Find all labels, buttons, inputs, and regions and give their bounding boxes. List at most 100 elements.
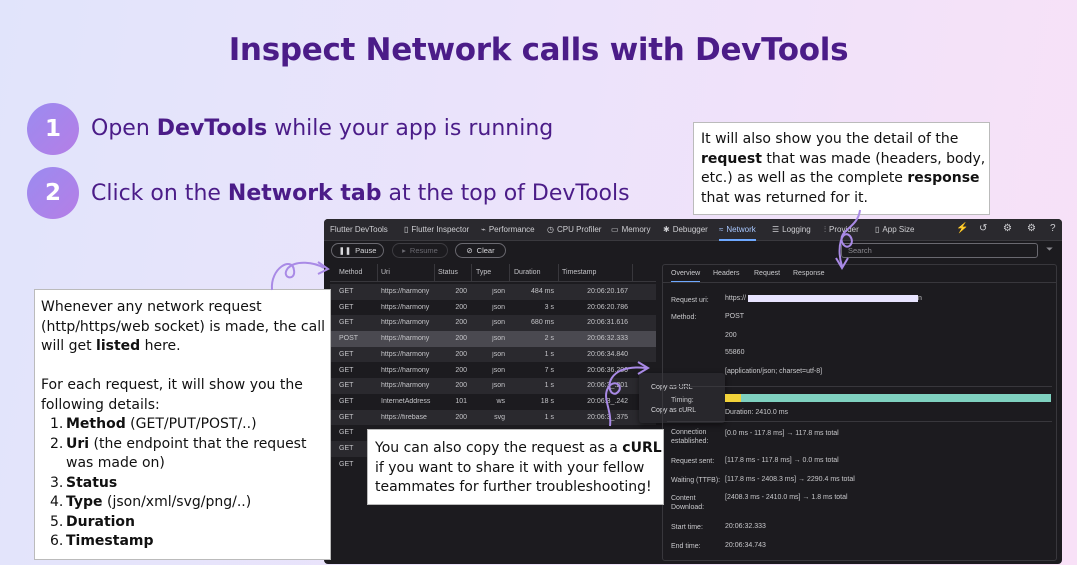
- table-row[interactable]: GET https://harmony 200 json 3 s 20:06:20.786: [330, 300, 656, 316]
- cell-duration: 18 s: [540, 397, 554, 405]
- detail-item: 5. Duration: [41, 513, 330, 533]
- table-row[interactable]: GET https://firebase 200 svg 1 s 20:06:3_.375: [330, 409, 656, 426]
- cell-duration: 3 s: [544, 303, 554, 311]
- tab-request[interactable]: Request: [754, 270, 780, 277]
- cell-type: json: [492, 350, 505, 358]
- start-time-label: Start time:: [671, 524, 703, 531]
- request-uri-tail: n: [918, 295, 922, 303]
- filter-icon[interactable]: ⏷: [1046, 244, 1053, 255]
- cell-status: 200: [455, 366, 467, 374]
- tab-logging[interactable]: ☰ Logging: [772, 225, 811, 234]
- table-row[interactable]: POST https://harmony 200 json 2 s 20:06:32.33…: [330, 331, 656, 347]
- col-duration[interactable]: Duration: [514, 269, 540, 276]
- detail-item-number: 6.: [50, 533, 64, 549]
- tab-flutter-inspector[interactable]: ▯ Flutter Inspector: [404, 225, 469, 234]
- bug-icon: ✱: [663, 225, 670, 234]
- callout-left-line: will get listed here.: [41, 337, 330, 357]
- help-icon[interactable]: ?: [1050, 223, 1056, 234]
- cell-duration: 484 ms: [531, 288, 554, 295]
- tab-memory[interactable]: ▭ Memory: [611, 225, 650, 234]
- tab-headers[interactable]: Headers: [713, 270, 739, 277]
- table-row[interactable]: GET https://harmony 200 json 680 ms 20:06:31.…: [330, 315, 656, 331]
- step-1-text: Open DevTools while your app is running: [91, 116, 553, 141]
- col-uri[interactable]: Uri: [381, 269, 390, 276]
- pause-icon: ❚❚: [338, 246, 352, 255]
- bolt-icon[interactable]: ⚡: [956, 223, 968, 234]
- callout-copy-curl: You can also copy the request as a cURL …: [367, 429, 664, 505]
- col-divider: [632, 264, 633, 282]
- tab-overview[interactable]: Overview: [671, 270, 701, 282]
- step-2-text: Click on the Network tab at the top of D…: [91, 181, 630, 206]
- cell-duration: 680 ms: [531, 319, 554, 327]
- col-method[interactable]: Method: [339, 269, 362, 276]
- cell-timestamp: 20:06:34.840: [587, 350, 628, 358]
- col-divider: [377, 264, 378, 282]
- cell-type: json: [492, 319, 505, 327]
- tab-response[interactable]: Response: [793, 270, 825, 277]
- table-row[interactable]: GET https://harmony 200 json 1 s 20:06:34.840: [330, 346, 656, 363]
- memory-icon: ▭: [611, 225, 619, 234]
- resume-button[interactable]: ▸ Resume: [392, 243, 448, 258]
- tab-app-size[interactable]: ▯ App Size: [875, 225, 914, 234]
- settings-icon[interactable]: ⚙: [1003, 223, 1012, 234]
- cell-status: 200: [455, 319, 467, 327]
- request-uri-label: Request uri:: [671, 297, 709, 304]
- cell-method: GET: [339, 382, 354, 390]
- detail-item-number: 1.: [50, 416, 64, 432]
- cell-method: GET: [339, 366, 354, 374]
- col-status[interactable]: Status: [438, 269, 458, 276]
- callout-left-line: Whenever any network request: [41, 299, 262, 315]
- cell-duration: 1 s: [544, 350, 554, 358]
- cell-type: json: [492, 335, 505, 343]
- detail-item: 2. Uri (the endpoint that the request: [41, 435, 330, 455]
- history-icon[interactable]: ↺: [979, 223, 987, 234]
- ttfb-label: Waiting (TTFB):: [671, 477, 721, 484]
- tab-provider[interactable]: ⫶ Provider: [824, 225, 859, 235]
- table-row[interactable]: GET https://harmony 200 json 1 s 20:06:3_.201: [330, 378, 656, 394]
- callout-top-line-2-text: that was made (headers, body,: [761, 150, 986, 167]
- callout-top-line-1: It will also show you the detail of the: [701, 131, 959, 147]
- gear-icon[interactable]: ⚙: [1027, 223, 1036, 234]
- cell-uri: https://harmony: [381, 382, 430, 390]
- col-type[interactable]: Type: [476, 269, 491, 276]
- cell-uri: https://firebase: [381, 413, 427, 421]
- ttfb-value: [117.8 ms - 2408.3 ms] → 2290.4 ms total: [725, 476, 855, 483]
- list-icon: ☰: [772, 225, 780, 234]
- table-row[interactable]: GET https://harmony 200 json 7 s 20:06:36.200: [330, 363, 656, 379]
- col-timestamp[interactable]: Timestamp: [562, 269, 596, 276]
- callout-top-bold-response: response: [907, 170, 980, 186]
- clear-button[interactable]: ⊘ Clear: [455, 243, 506, 258]
- cell-type: json: [492, 366, 505, 374]
- tab-network[interactable]: ≈ Network: [719, 225, 756, 241]
- tab-flutter-inspector-label: Flutter Inspector: [411, 225, 470, 234]
- cell-status: 200: [455, 288, 467, 295]
- callout-left-line: For each request, it will show you the: [41, 377, 303, 393]
- tab-performance[interactable]: ⌁ Performance: [481, 225, 535, 234]
- tab-debugger[interactable]: ✱ Debugger: [663, 225, 708, 234]
- pause-button[interactable]: ❚❚ Pause: [331, 243, 384, 258]
- table-row[interactable]: GET https://harmony 200 json 484 ms 20:06:20.…: [330, 284, 656, 300]
- cell-status: 200: [455, 335, 467, 343]
- callout-curl-bold: cURL: [622, 440, 662, 456]
- end-time-value: 20:06:34.743: [725, 542, 766, 549]
- col-divider: [471, 264, 472, 282]
- resume-label: Resume: [409, 246, 438, 255]
- table-row[interactable]: GET InternetAddress 101 ws 18 s 20:06:3_.242: [330, 394, 656, 410]
- callout-left-text: will get: [41, 338, 97, 354]
- step-2-number: 2: [44, 180, 61, 206]
- detail-item-text: (json/xml/svg/png/..): [102, 494, 252, 510]
- callout-left-line: following details:: [41, 396, 160, 413]
- page-title: Inspect Network calls with DevTools: [228, 32, 849, 68]
- cell-type: svg: [494, 413, 505, 421]
- cell-status: 200: [455, 350, 467, 358]
- content-download-value: [2408.3 ms - 2410.0 ms] → 1.8 ms total: [725, 494, 848, 501]
- search-input[interactable]: Search: [841, 243, 1038, 258]
- cell-timestamp: 20:06:3_.201: [587, 382, 628, 390]
- timing-label: Timing:: [671, 397, 694, 404]
- tab-cpu-profiler[interactable]: ◷ CPU Profiler: [547, 225, 601, 234]
- divider: [667, 386, 1052, 387]
- pause-label: Pause: [355, 246, 377, 255]
- step-2-badge: 2: [27, 167, 79, 219]
- provider-icon: ⫶: [824, 225, 826, 234]
- cell-status: 200: [455, 413, 467, 421]
